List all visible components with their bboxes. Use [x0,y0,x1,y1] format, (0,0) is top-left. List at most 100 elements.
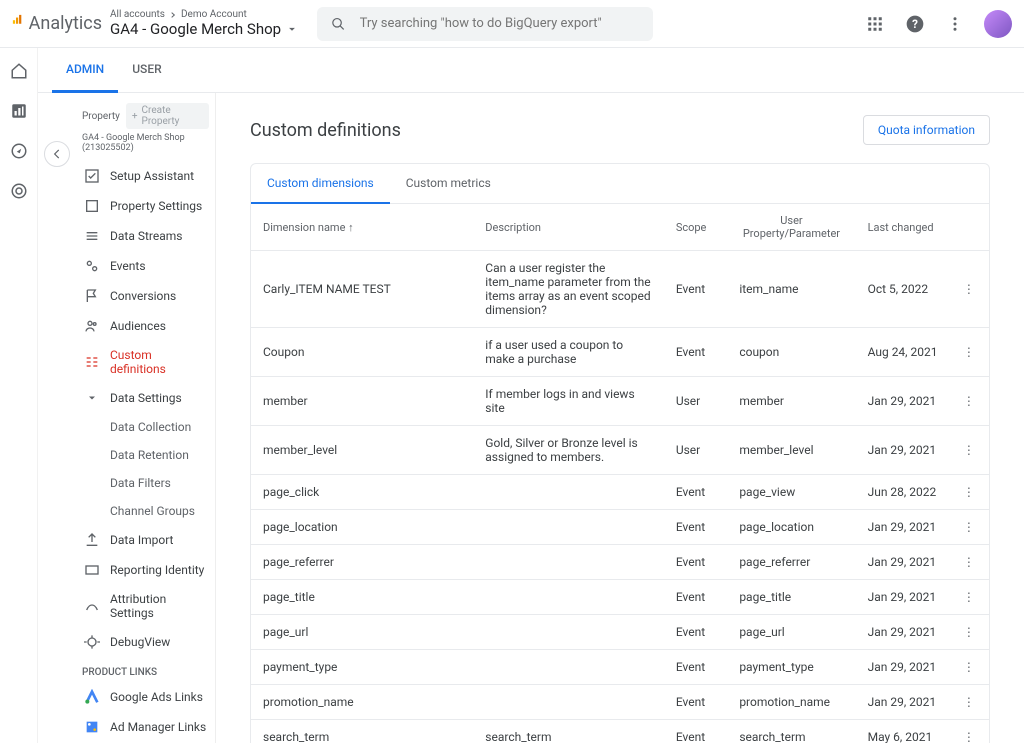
property-selector[interactable]: GA4 - Google Merch Shop [110,20,299,38]
cell-property: page_location [727,510,855,545]
sidebar-item-conversions[interactable]: Conversions [82,281,209,311]
explore-icon[interactable] [10,142,28,160]
cell-property: page_view [727,475,855,510]
sidebar-item-property-settings[interactable]: Property Settings [82,191,209,221]
col-dimension-name[interactable]: Dimension name ↑ [251,204,473,251]
sidebar-sub-channel-groups[interactable]: Channel Groups [82,497,209,525]
sidebar-item-label: Data Streams [110,229,182,243]
cell-name: Coupon [251,328,473,377]
cell-description: If member logs in and views site [473,377,664,426]
tab-custom-dimensions[interactable]: Custom dimensions [251,164,390,204]
app-name: Analytics [29,13,102,34]
row-actions-icon[interactable]: ⋮ [963,394,975,408]
create-property-button[interactable]: + Create Property [126,103,209,129]
cell-scope: Event [664,328,728,377]
avatar[interactable] [984,10,1012,38]
cell-date: May 6, 2021 [856,720,951,743]
row-actions-icon[interactable]: ⋮ [963,443,975,457]
table-row: page_urlEventpage_urlJan 29, 2021⋮ [251,615,989,650]
cell-date: Jan 29, 2021 [856,615,951,650]
people-icon [84,318,100,334]
quota-information-button[interactable]: Quota information [863,115,990,145]
flag-icon [84,288,100,304]
identity-icon [84,562,100,578]
row-actions-icon[interactable]: ⋮ [963,520,975,534]
cell-scope: Event [664,510,728,545]
cell-date: Oct 5, 2022 [856,251,951,328]
apps-icon[interactable] [864,13,886,35]
link-google-ads[interactable]: Google Ads Links [82,682,209,712]
property-path[interactable]: GA4 - Google Merch Shop (213025502) [82,133,209,153]
cell-property: member_level [727,426,855,475]
sidebar-item-data-streams[interactable]: Data Streams [82,221,209,251]
advertising-icon[interactable] [10,182,28,200]
help-icon[interactable]: ? [904,13,926,35]
row-actions-icon[interactable]: ⋮ [963,695,975,709]
cell-scope: Event [664,615,728,650]
plus-icon: + [132,111,138,122]
sidebar-item-audiences[interactable]: Audiences [82,311,209,341]
cell-name: page_referrer [251,545,473,580]
link-ad-manager[interactable]: Ad Manager Links [82,712,209,742]
col-user-property[interactable]: UserProperty/Parameter [727,204,855,251]
sidebar-item-label: Data Settings [110,391,182,405]
sidebar-item-setup-assistant[interactable]: Setup Assistant [82,161,209,191]
row-actions-icon[interactable]: ⋮ [963,730,975,743]
cell-scope: Event [664,475,728,510]
sidebar-sub-data-collection[interactable]: Data Collection [82,413,209,441]
sidebar-item-data-settings[interactable]: Data Settings [82,383,209,413]
cell-name: payment_type [251,650,473,685]
sidebar-item-label: Property Settings [110,199,202,213]
cell-scope: Event [664,720,728,743]
sidebar-item-label: Reporting Identity [110,563,204,577]
sidebar-item-custom-definitions[interactable]: Custom definitions [82,341,209,383]
reports-icon[interactable] [10,102,28,120]
row-actions-icon[interactable]: ⋮ [963,485,975,499]
collapse-sidebar-button[interactable] [44,141,70,167]
row-actions-icon[interactable]: ⋮ [963,660,975,674]
cell-date: Jan 29, 2021 [856,580,951,615]
cell-name: member [251,377,473,426]
sidebar-sub-data-retention[interactable]: Data Retention [82,441,209,469]
table-row: memberIf member logs in and views siteUs… [251,377,989,426]
search-bar[interactable] [317,7,653,41]
col-description[interactable]: Description [473,204,664,251]
sidebar-item-reporting-identity[interactable]: Reporting Identity [82,555,209,585]
cell-property: page_url [727,615,855,650]
cell-property: item_name [727,251,855,328]
custom-icon [84,354,100,370]
tab-custom-metrics[interactable]: Custom metrics [390,164,507,203]
more-menu-icon[interactable] [944,13,966,35]
table-row: promotion_nameEventpromotion_nameJan 29,… [251,685,989,720]
cell-name: member_level [251,426,473,475]
tab-admin[interactable]: ADMIN [52,48,118,93]
sidebar-item-events[interactable]: Events [82,251,209,281]
row-actions-icon[interactable]: ⋮ [963,345,975,359]
cell-scope: Event [664,545,728,580]
row-actions-icon[interactable]: ⋮ [963,590,975,604]
cell-scope: Event [664,580,728,615]
property-label: Property [82,111,120,122]
cell-property: payment_type [727,650,855,685]
property-name-label: GA4 - Google Merch Shop [110,20,281,38]
tab-user[interactable]: USER [118,48,175,92]
row-actions-icon[interactable]: ⋮ [963,282,975,296]
home-icon[interactable] [10,62,28,80]
product-links-label: PRODUCT LINKS [82,667,209,678]
col-scope[interactable]: Scope [664,204,728,251]
sidebar-item-attribution-settings[interactable]: Attribution Settings [82,585,209,627]
cell-description [473,510,664,545]
row-actions-icon[interactable]: ⋮ [963,555,975,569]
attribution-icon [84,598,100,614]
breadcrumb[interactable]: All accounts Demo Account [110,9,299,20]
sidebar-sub-data-filters[interactable]: Data Filters [82,469,209,497]
cell-date: Jan 29, 2021 [856,426,951,475]
row-actions-icon[interactable]: ⋮ [963,625,975,639]
search-input[interactable] [360,16,639,31]
cell-date: Jan 29, 2021 [856,685,951,720]
sidebar-item-debugview[interactable]: DebugView [82,627,209,657]
sidebar-item-label: Data Import [110,533,174,547]
sidebar-item-data-import[interactable]: Data Import [82,525,209,555]
events-icon [84,258,100,274]
col-last-changed[interactable]: Last changed [856,204,951,251]
